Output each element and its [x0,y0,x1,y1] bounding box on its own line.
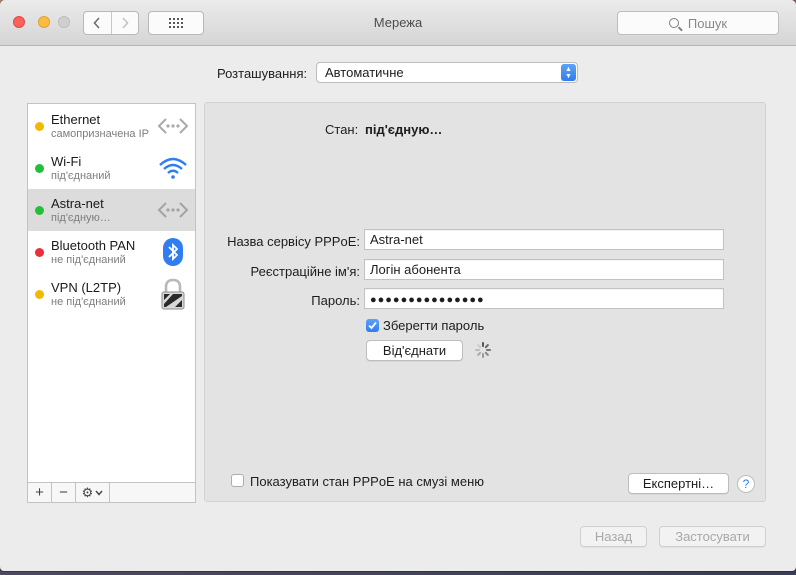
service-name: Astra-net [51,196,104,211]
service-status: не під'єднаний [51,254,126,266]
network-preferences-window: Мережа Пошук Розташування: Автоматичне ▲… [0,0,796,571]
remove-service-button[interactable]: − [52,483,76,502]
service-name: Bluetooth PAN [51,238,136,253]
revert-button[interactable]: Назад [580,526,647,547]
gear-icon: ⚙ [81,484,94,500]
add-service-button[interactable]: + [28,483,52,502]
service-status: під'єдную… [51,212,111,224]
help-button[interactable]: ? [737,475,755,493]
service-status: не під'єднаний [51,296,126,308]
disconnect-button[interactable]: Від'єднати [366,340,463,361]
service-list: Ethernet самопризначена IP Wi-Fi під'єдн… [27,103,196,483]
ethernet-icon [157,195,189,225]
service-status: самопризначена IP [51,128,150,140]
search-placeholder: Пошук [687,15,728,31]
search-input[interactable]: Пошук [617,11,779,35]
checkmark-icon [368,321,377,330]
status-label: Стан: [325,122,359,137]
action-menu-button[interactable]: ⚙ [76,483,110,502]
status-dot [35,206,44,215]
ethernet-icon [157,111,189,141]
wifi-icon [157,153,189,183]
show-pppoe-status-checkbox[interactable] [231,474,244,487]
plus-icon: + [35,484,44,501]
status-dot [35,122,44,131]
search-icon [668,18,679,28]
title-bar: Мережа Пошук [0,0,796,46]
apply-button[interactable]: Застосувати [659,526,766,547]
bluetooth-icon [157,237,189,267]
status-dot [35,290,44,299]
chevron-updown-icon: ▲ ▼ [561,64,576,81]
account-name-label: Реєстраційне ім'я: [250,264,360,279]
service-item-wifi[interactable]: Wi-Fi під'єднаний [28,147,195,189]
spinner-icon [475,342,491,358]
status-dot [35,164,44,173]
minus-icon: − [59,484,68,501]
account-name-value: Логін абонента [370,262,461,277]
location-label: Розташування: [217,66,308,81]
show-pppoe-status-label: Показувати стан PPPoE на смузі меню [250,474,484,489]
service-list-toolbar: + − ⚙ [27,483,196,503]
service-name-value: Astra-net [370,232,423,247]
status-value: під'єдную… [365,122,443,137]
service-item-vpn-l2tp[interactable]: VPN (L2TP) не під'єднаний [28,273,195,315]
service-name-field[interactable]: Astra-net [364,229,724,250]
status-dot [35,248,44,257]
chevron-down-icon [95,490,103,496]
service-status: під'єднаний [51,170,111,182]
advanced-button[interactable]: Експертні… [628,473,729,494]
location-select[interactable]: Автоматичне ▲ ▼ [316,62,578,83]
password-label: Пароль: [311,293,360,308]
account-name-field[interactable]: Логін абонента [364,259,724,280]
service-name: VPN (L2TP) [51,280,122,295]
location-value: Автоматичне [325,65,404,80]
service-item-astra-net[interactable]: Astra-net під'єдную… [28,189,195,231]
service-name-label: Назва сервісу PPPoE: [227,234,360,249]
service-item-ethernet[interactable]: Ethernet самопризначена IP [28,105,195,147]
lock-icon [157,278,189,310]
service-name: Wi-Fi [51,154,82,169]
password-value: ●●●●●●●●●●●●●●● [370,294,485,306]
save-password-checkbox[interactable] [366,319,379,332]
service-item-bluetooth-pan[interactable]: Bluetooth PAN не під'єднаний [28,231,195,273]
save-password-label: Зберегти пароль [383,318,485,333]
service-name: Ethernet [51,112,101,127]
password-field[interactable]: ●●●●●●●●●●●●●●● [364,288,724,309]
